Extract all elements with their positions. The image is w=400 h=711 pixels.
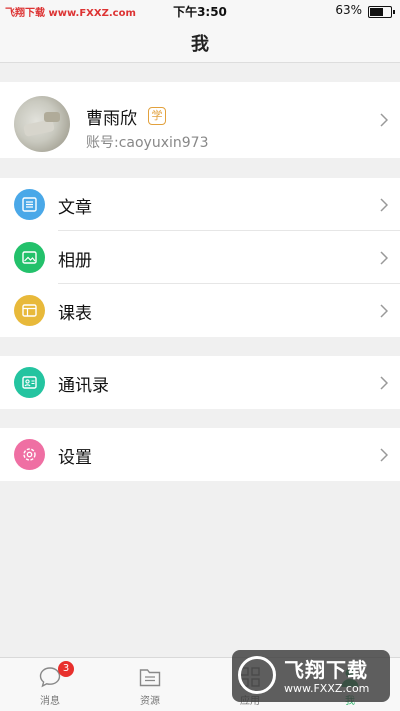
- watermark-logo-url: www.FXXZ.com: [284, 682, 370, 695]
- menu-item-articles[interactable]: 文章: [0, 178, 400, 231]
- chevron-right-icon: [380, 198, 388, 212]
- chevron-right-icon: [380, 448, 388, 462]
- menu-item-label: 设置: [58, 448, 92, 468]
- menu-group-settings: 设置: [0, 428, 400, 481]
- status-bar: 飞翔下载 www.FXXZ.com 下午3:50 63%: [0, 0, 400, 22]
- tab-resources[interactable]: 资源: [100, 658, 200, 711]
- battery-icon: [368, 6, 395, 18]
- logo-icon: [238, 656, 276, 694]
- menu-item-label: 文章: [58, 198, 92, 218]
- menu-item-album[interactable]: 相册: [0, 231, 400, 284]
- settings-icon: [14, 439, 45, 470]
- profile-name: 曹雨欣: [86, 109, 137, 129]
- unread-badge: 3: [58, 661, 74, 677]
- profile-card[interactable]: 曹雨欣 学 账号:caoyuxin973: [0, 82, 400, 158]
- tab-messages[interactable]: 3 消息: [0, 658, 100, 711]
- menu-group-contacts: 通讯录: [0, 356, 400, 409]
- tab-label: 资源: [140, 696, 160, 707]
- menu-item-schedule[interactable]: 课表: [0, 284, 400, 337]
- battery-fill: [370, 8, 383, 16]
- chevron-right-icon: [380, 304, 388, 318]
- tab-label: 消息: [40, 696, 60, 707]
- avatar: [14, 96, 70, 152]
- student-badge: 学: [148, 107, 166, 125]
- folder-icon: [139, 669, 161, 687]
- profile-account: 账号:caoyuxin973: [86, 135, 209, 151]
- watermark-logo-text: 飞翔下载: [284, 658, 368, 682]
- chevron-right-icon: [380, 113, 388, 127]
- menu-item-label: 相册: [58, 251, 92, 271]
- menu-item-contacts[interactable]: 通讯录: [0, 356, 400, 409]
- menu-item-label: 通讯录: [58, 376, 109, 396]
- article-icon: [14, 189, 45, 220]
- watermark-logo: 飞翔下载 www.FXXZ.com: [232, 650, 390, 702]
- battery-percent: 63%: [335, 3, 362, 17]
- nav-bar: 我: [0, 22, 400, 63]
- menu-item-settings[interactable]: 设置: [0, 428, 400, 481]
- menu-group-content: 文章 相册 课表: [0, 178, 400, 337]
- contacts-icon: [14, 367, 45, 398]
- schedule-icon: [14, 295, 45, 326]
- page-title: 我: [191, 34, 209, 55]
- chevron-right-icon: [380, 251, 388, 265]
- menu-item-label: 课表: [58, 304, 92, 324]
- chevron-right-icon: [380, 376, 388, 390]
- photo-album-icon: [14, 242, 45, 273]
